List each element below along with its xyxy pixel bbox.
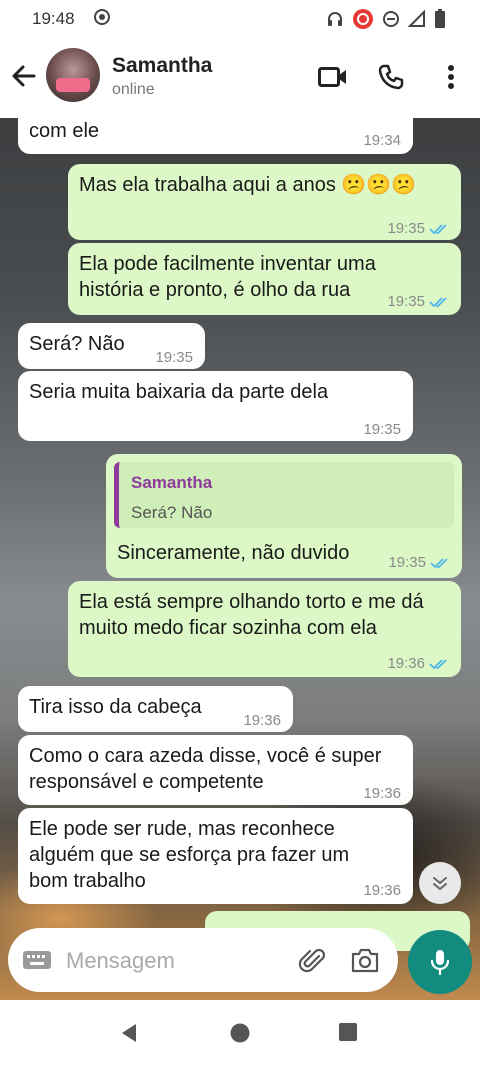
- message-time: 19:34: [363, 132, 401, 149]
- status-time: 19:48: [32, 9, 75, 28]
- video-call-icon: [318, 67, 346, 87]
- quote-text: Será? Não: [131, 503, 213, 522]
- contact-status: online: [112, 81, 155, 98]
- double-check-icon: [429, 659, 447, 670]
- message-time: 19:35: [387, 293, 425, 310]
- mic-icon: [430, 950, 450, 976]
- quoted-message[interactable]: Samantha Será? Não: [114, 462, 454, 528]
- message-meta: 19:36: [387, 651, 449, 677]
- recording-icon: [353, 9, 373, 29]
- dnd-icon: [383, 11, 399, 27]
- double-check-icon: [429, 224, 447, 235]
- record-icon: [94, 9, 110, 25]
- system-nav-bar: [0, 1000, 480, 1066]
- camera-icon[interactable]: [350, 946, 380, 974]
- video-call-button[interactable]: [316, 60, 350, 94]
- message-time: 19:36: [243, 712, 281, 729]
- message-meta: 19:35: [387, 289, 449, 315]
- message-text: Mas ela trabalha aqui a anos 😕😕😕: [79, 174, 417, 196]
- message-text: Sinceramente, não duvido: [117, 542, 350, 564]
- contact-name[interactable]: Samantha: [112, 54, 212, 78]
- voice-call-button[interactable]: [374, 60, 408, 94]
- quote-author: Samantha: [131, 473, 213, 492]
- message-meta: 19:35: [387, 216, 449, 242]
- message-time: 19:36: [363, 785, 401, 802]
- message-time: 19:35: [387, 220, 425, 237]
- voice-message-button[interactable]: [408, 930, 472, 994]
- double-check-icon: [429, 297, 447, 308]
- phone-icon: [378, 64, 404, 90]
- message-time: 19:36: [387, 655, 425, 672]
- chat-header: Samantha online: [0, 38, 480, 119]
- message-bubble-incoming[interactable]: Tira isso da cabeça 19:36: [18, 686, 293, 732]
- keyboard-icon[interactable]: [22, 950, 52, 970]
- message-bubble-incoming[interactable]: com ele 19:34: [18, 118, 413, 154]
- nav-home-icon[interactable]: [229, 1022, 251, 1044]
- message-text: Ela pode facilmente inventar uma históri…: [79, 253, 376, 301]
- nav-recents-icon[interactable]: [338, 1022, 358, 1042]
- message-text: Tira isso da cabeça: [29, 696, 202, 718]
- message-time: 19:35: [155, 349, 193, 366]
- message-text: Ele pode ser rude, mas reconhece alguém …: [29, 818, 350, 892]
- message-time: 19:36: [363, 882, 401, 899]
- avatar[interactable]: [46, 48, 100, 102]
- message-text: Ela está sempre olhando torto e me dá mu…: [79, 591, 424, 639]
- message-bubble-outgoing[interactable]: Mas ela trabalha aqui a anos 😕😕😕 19:35: [68, 164, 461, 240]
- message-bubble-incoming[interactable]: Ele pode ser rude, mas reconhece alguém …: [18, 808, 413, 904]
- scroll-down-button[interactable]: [419, 862, 461, 904]
- back-arrow-icon[interactable]: [8, 60, 40, 92]
- message-bubble-incoming[interactable]: Será? Não 19:35: [18, 323, 205, 369]
- message-text: Seria muita baixaria da parte dela: [29, 381, 329, 403]
- signal-icon: [408, 10, 425, 27]
- chat-area[interactable]: com ele 19:34 Mas ela trabalha aqui a an…: [0, 118, 480, 1000]
- message-meta: 19:35: [388, 550, 450, 576]
- message-input[interactable]: [66, 946, 276, 976]
- battery-icon: [435, 9, 445, 28]
- attach-icon[interactable]: [298, 946, 328, 976]
- message-bubble-outgoing[interactable]: Ela pode facilmente inventar uma históri…: [68, 243, 461, 315]
- message-time: 19:35: [388, 554, 426, 571]
- message-time: 19:35: [363, 421, 401, 438]
- message-bubble-incoming[interactable]: Seria muita baixaria da parte dela 19:35: [18, 371, 413, 441]
- message-bubble-incoming[interactable]: Como o cara azeda disse, você é super re…: [18, 735, 413, 805]
- message-text: Como o cara azeda disse, você é super re…: [29, 745, 382, 793]
- status-icons: [326, 8, 446, 30]
- more-vert-icon: [448, 65, 454, 89]
- scroll-down-icon: [433, 877, 447, 890]
- headset-icon: [328, 12, 342, 26]
- status-bar: 19:48: [0, 0, 480, 38]
- message-text: com ele: [29, 120, 100, 142]
- message-bubble-outgoing[interactable]: Ela está sempre olhando torto e me dá mu…: [68, 581, 461, 677]
- message-bubble-outgoing[interactable]: Samantha Será? Não Sinceramente, não duv…: [106, 454, 462, 578]
- message-text: Será? Não: [29, 333, 125, 355]
- more-options-button[interactable]: [434, 60, 468, 94]
- double-check-icon: [430, 558, 448, 569]
- nav-back-icon[interactable]: [118, 1022, 140, 1044]
- message-composer: [8, 928, 398, 992]
